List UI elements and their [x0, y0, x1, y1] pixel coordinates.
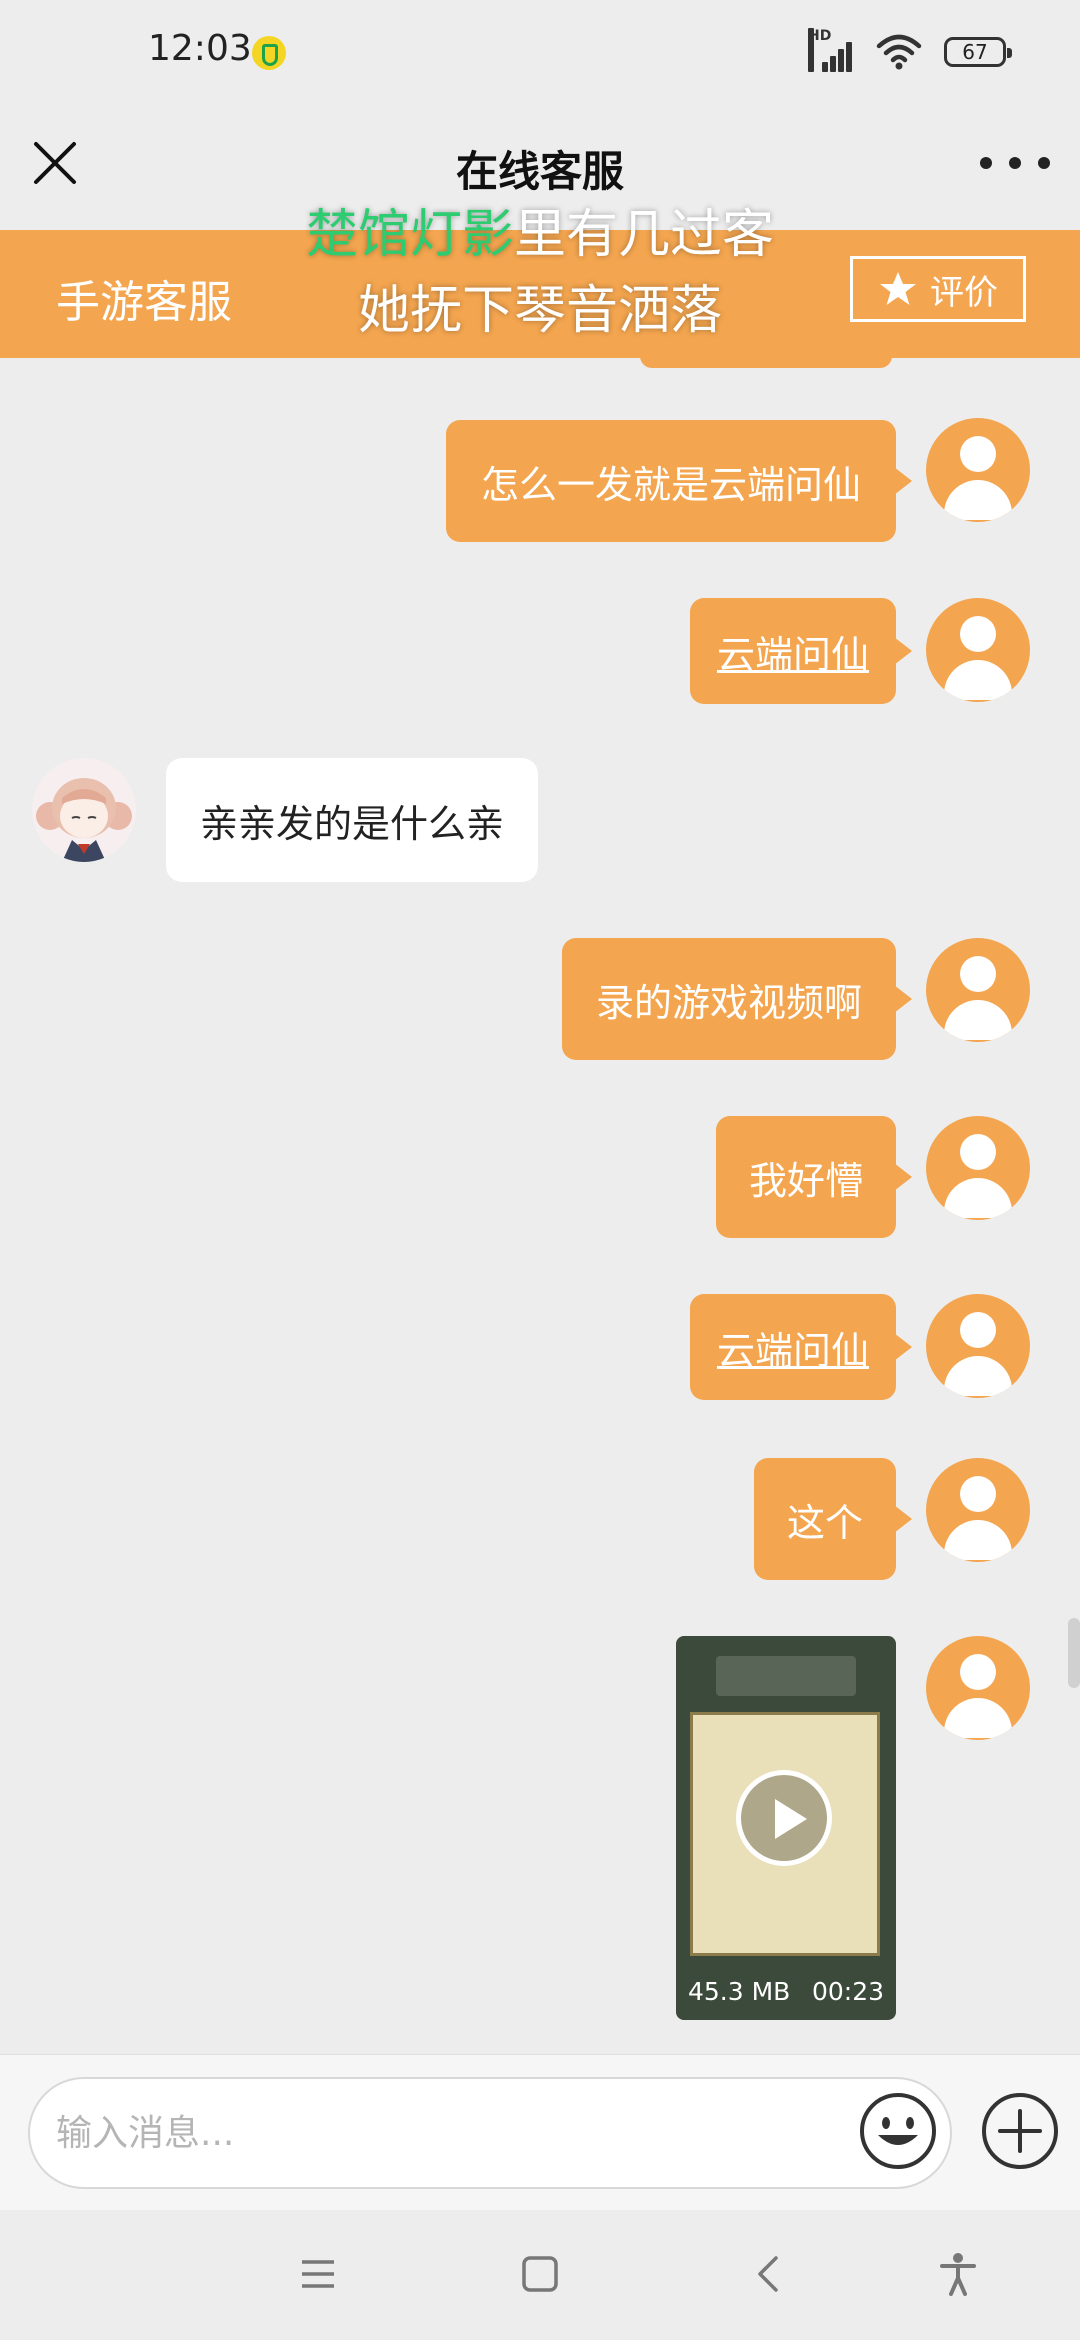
message-text: 我好懵 [748, 1158, 863, 1203]
message-text: 亲亲发的是什么亲 [199, 801, 504, 846]
input-bar [0, 2054, 1080, 2211]
scrollbar-thumb[interactable] [1068, 1618, 1080, 1688]
message-bubble[interactable]: 我好懵 [716, 1116, 912, 1238]
agent-avatar-illustration [32, 758, 136, 862]
add-icon[interactable] [980, 2091, 1060, 2171]
status-bar: 12:03 HD 67 [0, 0, 1080, 108]
video-message[interactable]: 45.3 MB 00:23 [676, 1636, 896, 2020]
lyric-line-2: 她抚下琴音洒落 [357, 281, 722, 341]
message-link-bubble[interactable]: 云端问仙 [690, 1294, 912, 1400]
user-avatar[interactable] [926, 598, 1030, 702]
play-icon[interactable] [736, 1770, 832, 1866]
more-icon[interactable] [980, 138, 1050, 188]
video-size: 45.3 MB [688, 1977, 791, 2006]
status-icons: HD 67 [808, 28, 1012, 74]
accessibility-icon[interactable] [936, 2252, 980, 2296]
user-avatar[interactable] [926, 418, 1030, 522]
page-title: 在线客服 [455, 147, 624, 196]
lyric-line-1: 楚馆灯影里有几过客 [0, 192, 1080, 267]
system-nav-bar [0, 2210, 1080, 2340]
music-app-icon [252, 36, 286, 70]
video-thumbnail-banner [716, 1656, 856, 1696]
lyric-highlight: 楚馆灯影 [305, 205, 514, 265]
message-bubble[interactable]: 录的游戏视频啊 [562, 938, 912, 1060]
emoji-icon[interactable] [858, 2091, 938, 2171]
signal-icon: HD [808, 28, 854, 72]
back-icon[interactable] [748, 2252, 788, 2296]
agent-avatar[interactable] [32, 758, 136, 862]
partial-message-bubble [640, 358, 892, 368]
message-bubble[interactable]: 怎么一发就是云端问仙 [446, 420, 912, 542]
message-input[interactable] [28, 2077, 952, 2189]
message-link-bubble[interactable]: 云端问仙 [690, 598, 912, 704]
network-label: HD [808, 28, 831, 72]
message-text: 这个 [786, 1500, 863, 1545]
user-avatar[interactable] [926, 1636, 1030, 1740]
video-duration: 00:23 [811, 1977, 884, 2006]
battery-icon: 67 [944, 37, 1012, 67]
message-bubble[interactable]: 这个 [754, 1458, 912, 1580]
battery-level: 67 [962, 40, 988, 64]
message-text: 录的游戏视频啊 [595, 980, 862, 1025]
message-link[interactable]: 云端问仙 [717, 1320, 869, 1375]
user-avatar[interactable] [926, 1294, 1030, 1398]
menu-icon[interactable] [298, 2252, 338, 2296]
home-icon[interactable] [520, 2252, 560, 2296]
user-avatar[interactable] [926, 938, 1030, 1042]
message-bubble[interactable]: 亲亲发的是什么亲 [166, 758, 538, 882]
chat-area[interactable]: 怎么一发就是云端问仙 云端问仙 亲亲发的是什么亲 录的游戏视频啊 我好懵 云端问… [0, 358, 1080, 2054]
wifi-icon [876, 34, 922, 70]
message-link[interactable]: 云端问仙 [717, 624, 869, 679]
lyric-rest: 里有几过客 [514, 205, 775, 265]
message-text: 怎么一发就是云端问仙 [480, 462, 861, 507]
status-time: 12:03 [148, 28, 252, 69]
user-avatar[interactable] [926, 1116, 1030, 1220]
chat-screen: 12:03 HD 67 在线客服 手游客服 评价 楚馆灯影里有几过客 她抚下琴音… [0, 0, 1080, 2340]
user-avatar[interactable] [926, 1458, 1030, 1562]
